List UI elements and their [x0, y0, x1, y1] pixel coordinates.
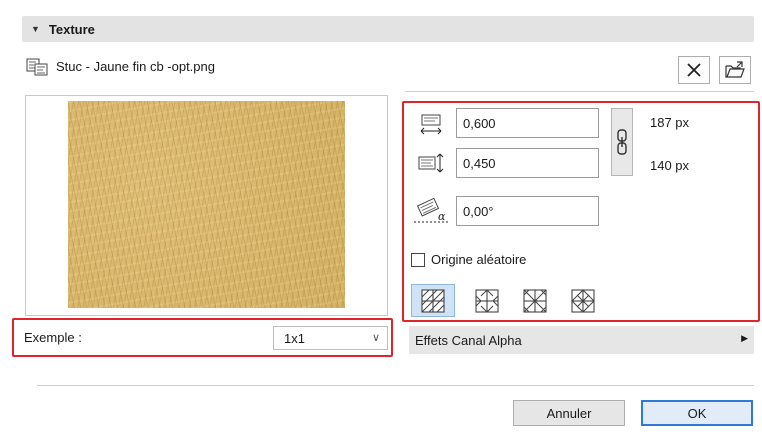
height-value: 0,450: [463, 155, 496, 171]
remove-texture-button[interactable]: [678, 56, 710, 84]
collapse-triangle-icon: ▼: [31, 24, 40, 34]
alpha-channel-effects-bar[interactable]: Effets Canal Alpha ▶: [409, 326, 754, 354]
mirror-xy-button[interactable]: [561, 284, 605, 317]
mirror-x-button[interactable]: [465, 284, 509, 317]
sample-label: Exemple :: [24, 330, 82, 345]
ok-button[interactable]: OK: [641, 400, 753, 426]
height-input[interactable]: 0,450: [456, 148, 599, 178]
texture-parameters-panel: 0,600 187 px 0,450 140 px α 0,00° Origin…: [402, 101, 760, 322]
texture-image: [68, 101, 345, 308]
height-icon: [418, 153, 444, 173]
divider: [405, 91, 754, 92]
load-texture-button[interactable]: [719, 56, 751, 84]
mirror-none-button[interactable]: [411, 284, 455, 317]
mirror-y-icon: [523, 289, 547, 312]
chain-link-icon: [617, 129, 627, 155]
chevron-down-icon: ∨: [371, 332, 380, 344]
mirror-none-icon: [421, 289, 445, 312]
section-title: Texture: [48, 21, 95, 37]
mirror-x-icon: [475, 289, 499, 312]
height-pixels: 140 px: [650, 158, 690, 173]
mirror-xy-icon: [571, 288, 595, 313]
texture-preview: [25, 95, 388, 316]
angle-value: 0,00°: [463, 203, 494, 219]
sample-panel: Exemple : 1x1 ∨: [12, 318, 393, 357]
mirror-y-button[interactable]: [513, 284, 557, 317]
svg-text:α: α: [438, 210, 446, 223]
alpha-channel-label: Effets Canal Alpha: [415, 332, 522, 348]
width-input[interactable]: 0,600: [456, 108, 599, 138]
texture-file-icon: [26, 58, 48, 76]
sample-select[interactable]: 1x1 ∨: [273, 326, 388, 350]
random-origin-checkbox[interactable]: [411, 253, 425, 267]
random-origin-label[interactable]: Origine aléatoire: [431, 252, 526, 267]
sample-select-value: 1x1: [284, 330, 305, 346]
width-pixels: 187 px: [650, 115, 690, 130]
rotation-angle-icon: α: [414, 197, 450, 223]
texture-file-name: Stuc - Jaune fin cb -opt.png: [56, 59, 215, 74]
close-icon: [687, 63, 701, 77]
footer-divider: [37, 385, 754, 386]
expand-arrow-icon: ▶: [741, 333, 748, 343]
angle-input[interactable]: 0,00°: [456, 196, 599, 226]
link-dimensions-button[interactable]: [611, 108, 633, 176]
section-header-texture[interactable]: ▼ Texture: [22, 16, 754, 42]
width-icon: [420, 114, 442, 135]
folder-open-icon: [725, 61, 745, 78]
width-value: 0,600: [463, 115, 496, 131]
cancel-button[interactable]: Annuler: [513, 400, 625, 426]
